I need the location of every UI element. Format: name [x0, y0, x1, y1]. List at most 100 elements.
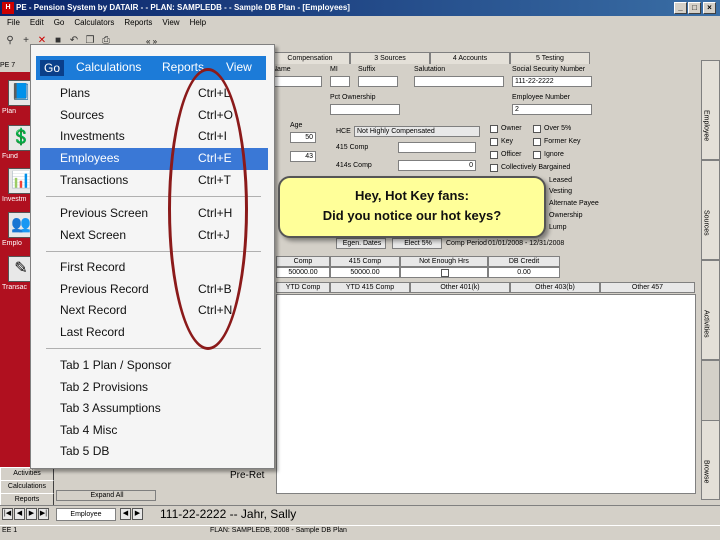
vesting-label: Vesting [549, 188, 572, 195]
suffix-label: Suffix [358, 66, 376, 73]
callout-line-2: Did you notice our hot keys? [322, 208, 502, 223]
menu-edit[interactable]: Edit [25, 16, 49, 30]
maximize-button[interactable]: □ [688, 2, 701, 14]
not-enough-hours-checkbox[interactable] [441, 269, 449, 277]
menu-view[interactable]: View [157, 16, 184, 30]
menu-go[interactable]: Go [49, 16, 70, 30]
binoculars-icon[interactable]: ⚲ [4, 35, 16, 47]
close-button[interactable]: × [703, 2, 716, 14]
grid2-header-457[interactable]: Other 457 [600, 282, 695, 293]
menu-reports[interactable]: Reports [119, 16, 157, 30]
app-icon[interactable]: H [2, 2, 14, 14]
grid1-header-dbcredit[interactable]: DB Credit [488, 256, 560, 267]
app-window: PE - Pension System by DATAIR - - PLAN: … [0, 0, 720, 540]
menu-header-calculations[interactable]: Calculations [76, 60, 141, 74]
tab-accounts[interactable]: 4 Accounts [430, 52, 510, 64]
hce-dropdown[interactable]: Not Highly Compensated [354, 126, 480, 137]
tab-testing[interactable]: 5 Testing [510, 52, 590, 64]
mi-field[interactable] [330, 76, 350, 87]
menu-item-previous-screen-label: Previous Screen [60, 206, 149, 220]
former-key-label: Former Key [544, 138, 581, 145]
grid1-header-hours[interactable]: Not Enough Hrs [400, 256, 488, 267]
right-tab-sources-label: Sources [702, 210, 710, 236]
grid1-header-415[interactable]: 415 Comp [330, 256, 400, 267]
egen-dates-button[interactable]: Egen. Dates [336, 238, 386, 249]
salutation-label: Salutation [414, 66, 446, 73]
officer-checkbox[interactable] [490, 151, 498, 159]
calculations-button[interactable]: Calculations [0, 480, 54, 494]
menu-item-next-screen-label: Next Screen [60, 228, 127, 242]
ssn-field[interactable]: 111-22-2222 [512, 76, 592, 87]
activities-button[interactable]: Activities [0, 467, 54, 481]
previous-record-icon[interactable]: ◀ [14, 508, 25, 520]
right-tab-browse[interactable]: Browse [701, 420, 720, 500]
menu-item-tab4-label: Tab 4 Misc [60, 423, 118, 437]
age-label: Age [290, 122, 303, 129]
expand-all-button[interactable]: Expand All [56, 490, 156, 501]
lump-label: Lump [549, 224, 567, 231]
menu-item-tab1-label: Tab 1 Plan / Sponsor [60, 358, 172, 372]
right-tab-sources[interactable]: Sources [701, 160, 720, 260]
tab-compensation[interactable]: Compensation [270, 52, 350, 64]
suffix-dropdown[interactable] [358, 76, 398, 87]
grid2-header-ytd415[interactable]: YTD 415 Comp [330, 282, 410, 293]
employee-number-field[interactable]: 2 [512, 104, 592, 115]
menu-item-plans-label: Plans [60, 86, 91, 100]
grid2-header-401k[interactable]: Other 401(k) [410, 282, 510, 293]
c415-field[interactable] [398, 142, 476, 153]
scroll-right-icon[interactable]: ▶ [132, 508, 143, 520]
tab-employee[interactable]: Employee [56, 508, 116, 521]
results-panel [276, 294, 696, 494]
grid1-cell-dbcredit[interactable]: 0.00 [488, 267, 560, 278]
grid2-header-ytdcomp[interactable]: YTD Comp [276, 282, 330, 293]
age-field-2[interactable]: 43 [290, 151, 316, 162]
next-record-icon[interactable]: ▶ [26, 508, 37, 520]
key-checkbox[interactable] [490, 138, 498, 146]
menu-item-tab4[interactable]: Tab 4 Misc [60, 421, 260, 440]
c414-field[interactable]: 0 [398, 160, 476, 171]
menu-item-tab3[interactable]: Tab 3 Assumptions [60, 399, 260, 418]
former-key-checkbox[interactable] [533, 138, 541, 146]
grid1-cell-comp[interactable]: 50000.00 [276, 267, 330, 278]
ignore-checkbox[interactable] [533, 151, 541, 159]
menu-item-next-record-label: Next Record [60, 303, 127, 317]
grid1-cell-415[interactable]: 50000.00 [330, 267, 400, 278]
menu-file[interactable]: File [2, 16, 25, 30]
bargained-checkbox[interactable] [490, 164, 498, 172]
c414-label: 414s Comp [336, 162, 372, 169]
menu-item-tab5-label: Tab 5 DB [60, 444, 110, 458]
age-field-1[interactable]: 50 [290, 132, 316, 143]
menu-item-tab1[interactable]: Tab 1 Plan / Sponsor [60, 356, 260, 375]
scroll-left-icon[interactable]: ◀ [120, 508, 131, 520]
owner-checkbox[interactable] [490, 125, 498, 133]
name-field[interactable] [272, 76, 322, 87]
tab-sources[interactable]: 3 Sources [350, 52, 430, 64]
minimize-button[interactable]: _ [674, 2, 687, 14]
pct-ownership-field[interactable] [330, 104, 400, 115]
right-tab-activities[interactable]: Activities [701, 260, 720, 360]
elect-button[interactable]: Elect 5% [392, 238, 442, 249]
last-record-icon[interactable]: ▶| [38, 508, 49, 520]
pre-ret-label: Pre-Ret [230, 470, 265, 481]
grid1-header-comp[interactable]: Comp [276, 256, 330, 267]
status-plan: FLAN: SAMPLEDB, 2008 - Sample DB Plan [210, 527, 347, 534]
officer-label: Officer [501, 151, 522, 158]
menu-item-tab5[interactable]: Tab 5 DB [60, 442, 260, 461]
grid2-header-403b[interactable]: Other 403(b) [510, 282, 600, 293]
first-record-icon[interactable]: |◀ [2, 508, 13, 520]
menu-item-tab3-label: Tab 3 Assumptions [60, 401, 161, 415]
menu-separator [46, 348, 261, 349]
menu-item-tab2-label: Tab 2 Provisions [60, 380, 149, 394]
menu-calculators[interactable]: Calculators [69, 16, 119, 30]
over5-checkbox[interactable] [533, 125, 541, 133]
menu-header-go[interactable]: Go [40, 60, 65, 76]
salutation-field[interactable] [414, 76, 504, 87]
menu-item-last-record-label: Last Record [60, 325, 125, 339]
menu-item-tab2[interactable]: Tab 2 Provisions [60, 378, 260, 397]
leased-label: Leased [549, 177, 572, 184]
menu-help[interactable]: Help [185, 16, 211, 30]
title-bar: PE - Pension System by DATAIR - - PLAN: … [0, 0, 720, 16]
right-tab-employee[interactable]: Employee [701, 60, 720, 160]
menu-header-view[interactable]: View [226, 60, 252, 74]
grid1-cell-hours[interactable] [400, 267, 488, 278]
